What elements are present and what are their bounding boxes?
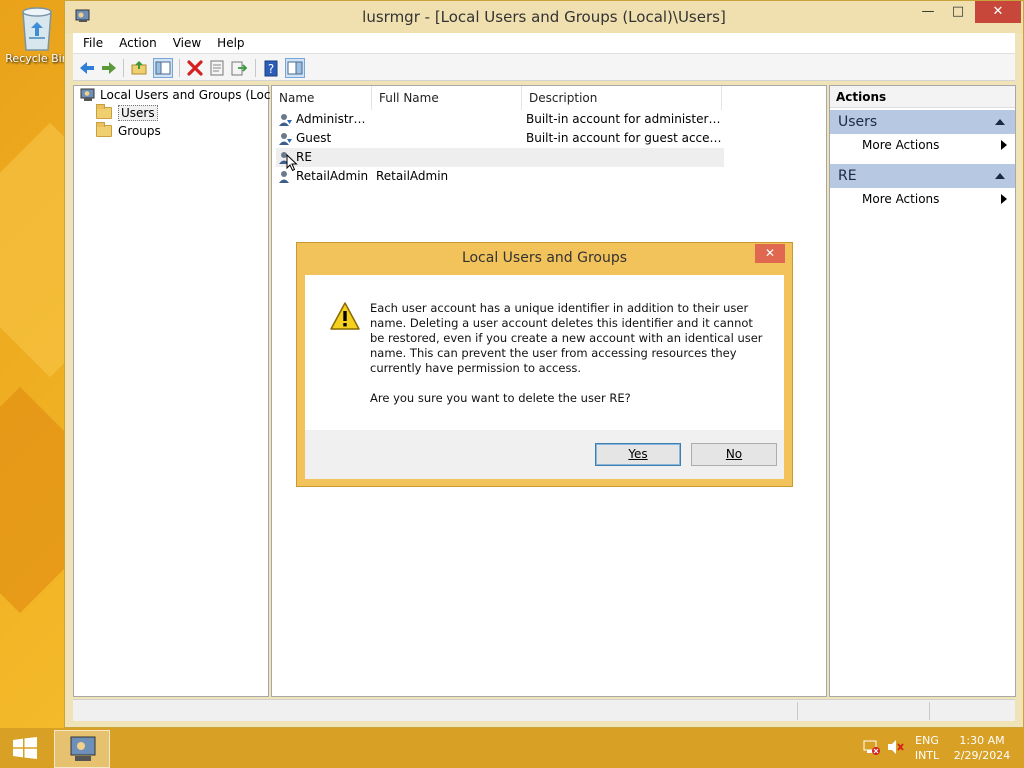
actions-section-users[interactable]: Users xyxy=(830,110,1015,134)
lusrmgr-taskbar-icon xyxy=(70,736,96,761)
dialog-message-text: Each user account has a unique identifie… xyxy=(370,301,763,375)
column-header-description[interactable]: Description xyxy=(522,86,722,110)
tree-item-groups-label: Groups xyxy=(118,124,161,138)
dialog-footer: Yes No xyxy=(305,430,784,479)
computer-users-icon xyxy=(80,87,96,103)
collapse-up-icon[interactable] xyxy=(995,119,1005,125)
row-name: RetailAdmin xyxy=(296,169,369,183)
actions-header: Actions xyxy=(830,86,1015,108)
menu-help[interactable]: Help xyxy=(217,33,244,53)
toolbar-separator xyxy=(255,59,256,77)
actions-section-re-label: RE xyxy=(838,168,857,184)
up-folder-icon[interactable] xyxy=(129,58,149,78)
no-button[interactable]: No xyxy=(691,443,777,466)
minimize-button[interactable]: — xyxy=(913,1,943,23)
dialog-body: Each user account has a unique identifie… xyxy=(305,275,784,430)
row-name: Guest xyxy=(296,131,332,145)
svg-text:?: ? xyxy=(268,62,274,76)
toolbar-separator xyxy=(179,59,180,77)
dialog-close-button[interactable]: ✕ xyxy=(755,244,785,263)
back-icon[interactable] xyxy=(77,58,97,78)
row-description: Built-in account for guest access t... xyxy=(526,131,722,145)
toolbar: ? xyxy=(73,53,1015,81)
status-divider xyxy=(929,702,930,720)
table-row[interactable]: RetailAdmin RetailAdmin xyxy=(276,167,724,186)
window-title: lusrmgr - [Local Users and Groups (Local… xyxy=(362,8,726,26)
clock-time: 1:30 AM xyxy=(959,734,1005,747)
show-hide-action-pane-icon[interactable] xyxy=(285,58,305,78)
tree-root-label: Local Users and Groups (Local) xyxy=(100,88,286,102)
yes-button[interactable]: Yes xyxy=(595,443,681,466)
table-row-selected[interactable]: RE xyxy=(276,148,724,167)
row-name: Administrator xyxy=(296,112,372,126)
folder-icon xyxy=(96,122,112,137)
tree-pane: Local Users and Groups (Local) Users Gro… xyxy=(73,85,286,697)
delete-icon[interactable] xyxy=(185,58,205,78)
more-actions-label: More Actions xyxy=(862,138,940,152)
actions-more-actions-users[interactable]: More Actions xyxy=(830,134,1015,156)
column-header-full-name[interactable]: Full Name xyxy=(372,86,522,110)
clock-date: 2/29/2024 xyxy=(953,749,1011,762)
actions-more-actions-re[interactable]: More Actions xyxy=(830,188,1015,210)
folder-icon xyxy=(96,104,112,119)
user-icon xyxy=(278,112,293,127)
recycle-bin-shortcut[interactable]: Recycle Bin xyxy=(4,4,70,65)
network-status-icon[interactable] xyxy=(860,738,882,758)
status-bar xyxy=(73,699,1015,721)
table-row[interactable]: Administrator Built-in account for admin… xyxy=(276,110,724,129)
table-row[interactable]: Guest Built-in account for guest access … xyxy=(276,129,724,148)
mouse-cursor-icon xyxy=(286,153,298,172)
menu-action[interactable]: Action xyxy=(119,33,157,53)
recycle-bin-label: Recycle Bin xyxy=(5,52,69,65)
clock[interactable]: 1:30 AM 2/29/2024 xyxy=(950,734,1014,762)
help-icon[interactable]: ? xyxy=(261,58,281,78)
actions-section-users-label: Users xyxy=(838,114,878,130)
row-description: Built-in account for administering... xyxy=(526,112,722,126)
submenu-arrow-icon xyxy=(1001,140,1007,150)
user-icon xyxy=(278,131,293,146)
menu-bar: File Action View Help xyxy=(73,33,1015,53)
show-hide-tree-icon[interactable] xyxy=(153,58,173,78)
input-language-indicator[interactable]: ENG INTL xyxy=(910,734,944,762)
tree-item-users-label: Users xyxy=(118,105,158,121)
taskbar-lusrmgr-button[interactable] xyxy=(54,730,110,768)
collapse-up-icon[interactable] xyxy=(995,173,1005,179)
language-top: ENG xyxy=(915,734,939,747)
delete-confirmation-dialog: Local Users and Groups ✕ Each user accou… xyxy=(296,242,793,487)
menu-file[interactable]: File xyxy=(83,33,103,53)
menu-view[interactable]: View xyxy=(173,33,201,53)
dialog-title: Local Users and Groups xyxy=(461,250,628,266)
column-header-name[interactable]: Name xyxy=(272,86,372,110)
language-bottom: INTL xyxy=(914,749,940,762)
submenu-arrow-icon xyxy=(1001,194,1007,204)
more-actions-label: More Actions xyxy=(862,192,940,206)
warning-icon xyxy=(329,301,361,331)
toolbar-separator xyxy=(123,59,124,77)
row-name: RE xyxy=(296,150,312,164)
tree-item-groups[interactable]: Groups xyxy=(96,122,161,140)
actions-pane: Actions Users More Actions RE More Actio… xyxy=(829,85,1016,697)
windows-start-icon[interactable] xyxy=(12,737,38,759)
row-full-name: RetailAdmin xyxy=(376,169,449,183)
dialog-question: Are you sure you want to delete the user… xyxy=(370,391,631,405)
title-bar[interactable]: lusrmgr - [Local Users and Groups (Local… xyxy=(65,1,1023,33)
volume-muted-icon[interactable] xyxy=(884,738,906,758)
tree-root[interactable]: Local Users and Groups (Local) xyxy=(80,86,286,104)
close-button[interactable]: ✕ xyxy=(975,1,1021,23)
maximize-button[interactable]: □ xyxy=(943,1,973,23)
dialog-message: Each user account has a unique identifie… xyxy=(370,301,770,406)
actions-section-re[interactable]: RE xyxy=(830,164,1015,188)
forward-icon[interactable] xyxy=(99,58,119,78)
recycle-bin-icon xyxy=(17,4,57,52)
export-list-icon[interactable] xyxy=(229,58,249,78)
properties-icon[interactable] xyxy=(207,58,227,78)
tree-item-users[interactable]: Users xyxy=(96,104,158,122)
status-divider xyxy=(797,702,798,720)
